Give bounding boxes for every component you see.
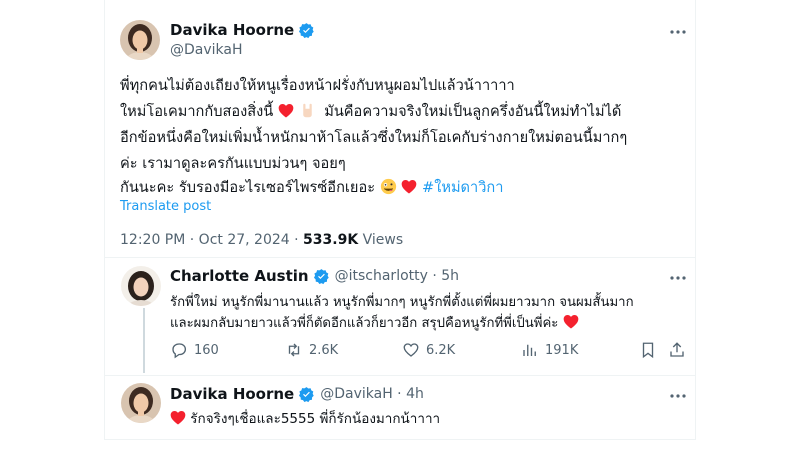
post-text-segment: มันคือความจริงใหม่เป็นลูกครึ่งอันนี้ใหม่… [324,103,622,120]
reply-author-row: Davika Hoorne @DavikaH · 4h [170,385,424,403]
repost-count: 2.6K [309,342,339,358]
like-heart-icon [403,343,419,357]
verified-badge-icon [313,268,329,284]
red-heart-icon [170,411,186,425]
avatar[interactable] [121,383,161,423]
reply-text-line-1: รักพี่ใหม่ หนูรักพี่มานานแล้ว หนูรักพี่ม… [170,295,634,310]
reply-author-name[interactable]: Charlotte Austin [170,267,309,285]
avatar[interactable] [121,266,161,306]
post-text-segment: ใหม่โอเคมากกับสองสิ่งนี้ [120,103,274,120]
verified-badge-icon [299,386,314,402]
post-text-line-2: ใหม่โอเคมากกับสองสิ่งนี้ มันคือความจริงใ… [120,100,621,123]
divider [105,257,695,258]
reply-action-button[interactable]: 160 [170,341,219,359]
post-metadata: 12:20 PM · Oct 27, 2024 · 533.9K Views [120,232,403,248]
red-heart-icon [563,315,578,329]
post-thread-panel [104,0,696,440]
share-icon[interactable] [668,341,686,359]
reply-text-segment: รักจริงๆเชื่อและ5555 พี่ก็รักน้องมากน้าา… [190,411,441,427]
divider [105,375,695,376]
views-count: 533.9K [303,232,359,248]
reply-author-name[interactable]: Davika Hoorne [170,385,294,403]
hashtag-link[interactable]: #ใหม่ดาวิกา [422,179,504,196]
views-label: Views [358,232,404,248]
reply-author-handle[interactable]: @itscharlotty · 5h [335,268,459,284]
reply-author-row: Charlotte Austin @itscharlotty · 5h [170,267,459,285]
author-handle[interactable]: @DavikaH [170,42,243,58]
author-name-row: Davika Hoorne [170,21,315,39]
avatar[interactable] [120,20,160,60]
reply-text-segment: และผมกลับมายาวแล้วพี่ก็ตัดอีกแล้วก็ยาวอี… [170,316,559,331]
post-timestamp[interactable]: 12:20 PM · Oct 27, 2024 · [120,232,303,248]
translate-post-link[interactable]: Translate post [120,199,211,214]
post-text-line-4: อีกข้อหนึ่งคือใหม่เพิ่มน้ำหนักมาห้าโลแล้… [120,129,628,146]
like-count: 6.2K [426,342,456,358]
views-count: 191K [545,342,579,358]
reply-text-line-2: และผมกลับมายาวแล้วพี่ก็ตัดอีกแล้วก็ยาวอี… [170,312,579,333]
views-action-button[interactable]: 191K [521,341,578,359]
reply-text: รักจริงๆเชื่อและ5555 พี่ก็รักน้องมากน้าา… [170,407,440,429]
zany-face-icon [380,178,396,195]
repost-icon [288,343,300,357]
rock-on-hand-icon [302,103,312,118]
post-text-line-1: พี่ทุกคนไม่ต้องเถียงให้หนูเรื่องหน้าฝรั่… [120,77,515,94]
post-text-line-6: กันนะคะ รับรองมีอะไรเซอร์ไพรซ์อีกเยอะ #ใ… [120,176,503,199]
author-name[interactable]: Davika Hoorne [170,21,294,39]
red-heart-icon [278,104,294,118]
post-text-segment: กันนะคะ รับรองมีอะไรเซอร์ไพรซ์อีกเยอะ [120,179,376,196]
bookmark-icon[interactable] [639,341,657,359]
reply-author-handle[interactable]: @DavikaH · 4h [320,386,424,402]
like-action-button[interactable]: 6.2K [402,341,455,359]
reply-icon [172,343,187,359]
verified-badge-icon [299,22,314,38]
more-options-icon[interactable] [668,268,688,288]
post-text-line-5: ค่ะ เรามาดูละครกันแบบม่วนๆ จอยๆ [120,155,346,172]
more-options-icon[interactable] [668,22,688,42]
red-heart-icon [401,180,417,194]
views-chart-icon [523,344,536,356]
repost-action-button[interactable]: 2.6K [285,341,338,359]
thread-connector-line [143,308,145,373]
reply-count: 160 [194,342,219,358]
more-options-icon[interactable] [668,386,688,406]
